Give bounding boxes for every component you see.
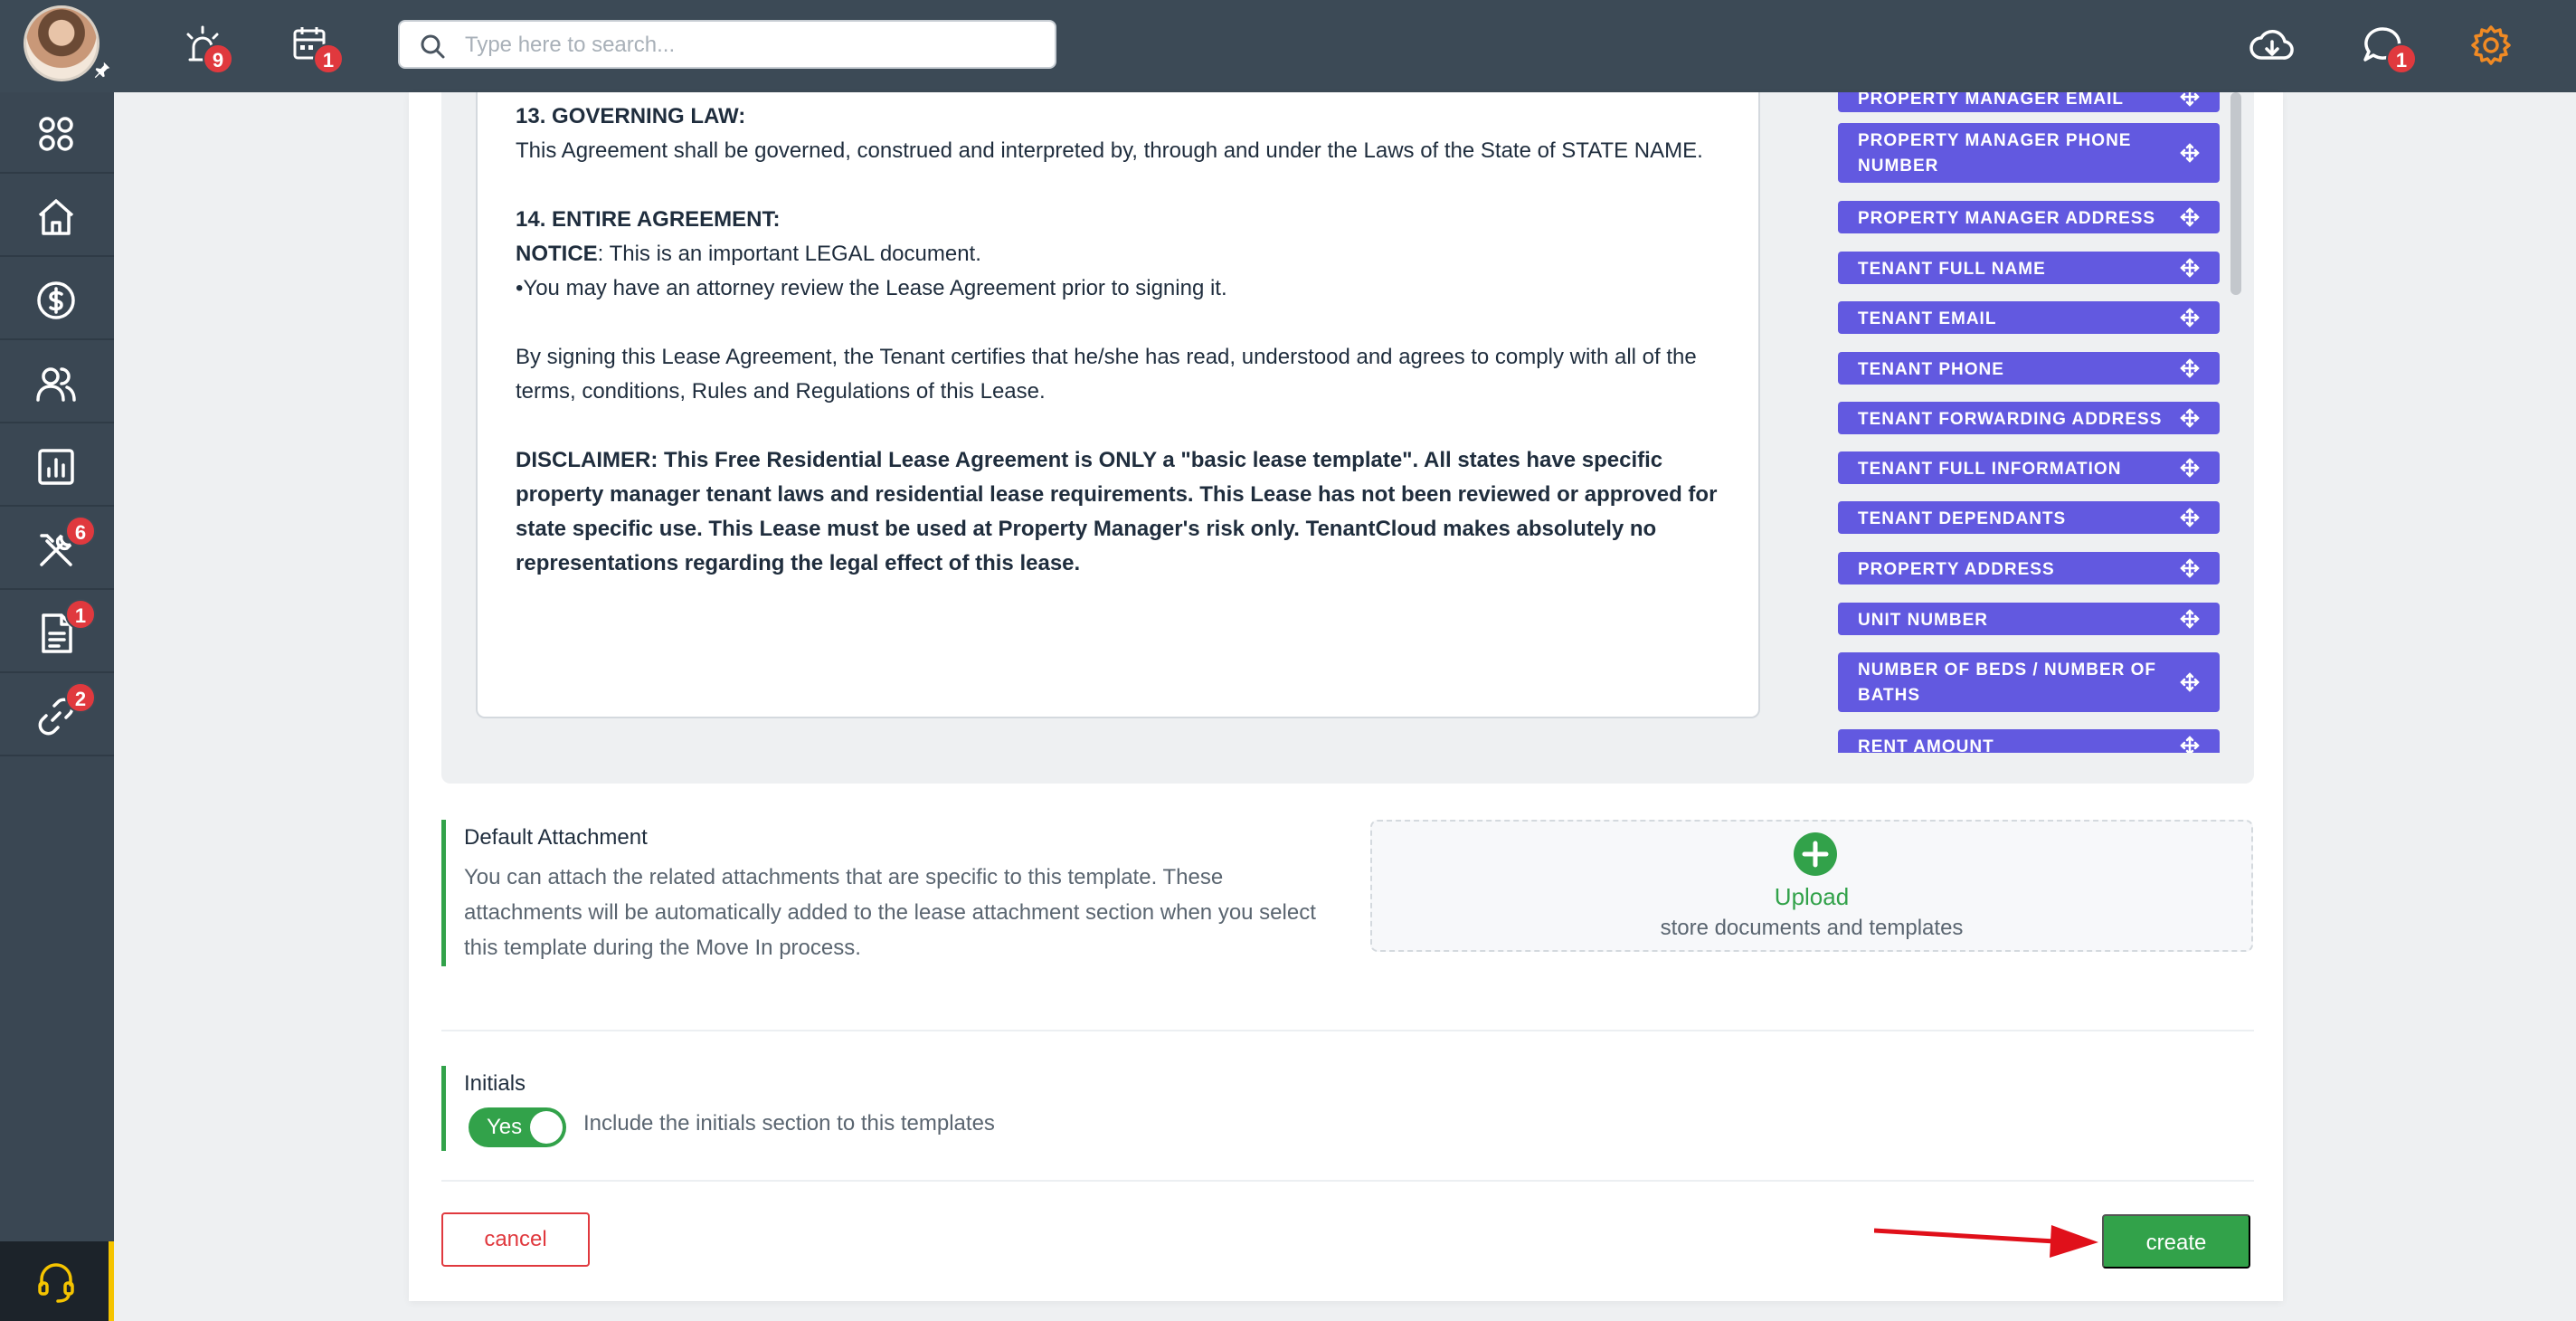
field-property-manager-address[interactable]: PROPERTY MANAGER ADDRESS xyxy=(1838,201,2220,233)
field-tenant-full-information[interactable]: TENANT FULL INFORMATION xyxy=(1838,451,2220,484)
editor-section: 13. GOVERNING LAW: This Agreement shall … xyxy=(441,92,2254,784)
notice-text: : This is an important LEGAL document. xyxy=(597,242,981,266)
field-tenant-phone[interactable]: TENANT PHONE xyxy=(1838,352,2220,385)
move-icon xyxy=(2180,736,2200,753)
calendar-icon[interactable]: 1 xyxy=(289,24,344,74)
sidebar-item-reports[interactable] xyxy=(0,425,114,507)
messages-badge: 1 xyxy=(2386,43,2417,74)
support-button[interactable] xyxy=(0,1241,114,1321)
sidebar: 6 1 2 xyxy=(0,92,114,1321)
headset-icon xyxy=(38,1263,74,1303)
section-13-text: This Agreement shall be governed, constr… xyxy=(516,138,1703,163)
sidebar-item-dashboard[interactable] xyxy=(0,92,114,174)
users-icon xyxy=(36,367,76,402)
sidebar-item-people[interactable] xyxy=(0,342,114,423)
section-13-title: 13. GOVERNING LAW: xyxy=(516,104,746,128)
move-icon xyxy=(2180,92,2200,107)
field-tenant-full-name[interactable]: TENANT FULL NAME xyxy=(1838,252,2220,284)
initials-toggle[interactable]: Yes xyxy=(469,1107,566,1147)
user-avatar[interactable] xyxy=(24,5,99,81)
sidebar-item-accounting[interactable] xyxy=(0,259,114,340)
field-tenant-dependants[interactable]: TENANT DEPENDANTS xyxy=(1838,501,2220,534)
search-input[interactable] xyxy=(465,29,1026,62)
initials-section: Initials Yes Include the initials sectio… xyxy=(441,1066,1346,1151)
field-tenant-forwarding-address[interactable]: TENANT FORWARDING ADDRESS xyxy=(1838,402,2220,434)
sidebar-item-home[interactable] xyxy=(0,176,114,257)
initials-description: Include the initials section to this tem… xyxy=(583,1111,995,1136)
upload-dropzone[interactable]: Upload store documents and templates xyxy=(1370,820,2253,952)
section-14-title: 14. ENTIRE AGREEMENT: xyxy=(516,207,781,232)
template-form-card: 13. GOVERNING LAW: This Agreement shall … xyxy=(409,92,2283,1301)
move-icon xyxy=(2180,558,2200,578)
cloud-download-icon[interactable] xyxy=(2249,22,2296,69)
maintenance-badge: 6 xyxy=(65,516,96,546)
search-bar[interactable] xyxy=(398,20,1056,69)
move-icon xyxy=(2180,458,2200,478)
divider xyxy=(441,1030,2254,1031)
alerts-badge: 9 xyxy=(203,43,233,74)
top-bar: 9 1 1 xyxy=(0,0,2576,92)
home-icon xyxy=(38,199,74,235)
move-icon xyxy=(2180,508,2200,527)
disclaimer-paragraph: DISCLAIMER: This Free Residential Lease … xyxy=(516,448,1718,575)
chat-icon[interactable]: 1 xyxy=(2361,24,2417,74)
links-badge: 2 xyxy=(65,682,96,713)
default-attachment-description: You can attach the related attachments t… xyxy=(464,865,1316,960)
move-icon xyxy=(2180,358,2200,378)
field-rent-amount[interactable]: RENT AMOUNT xyxy=(1838,729,2220,753)
move-icon xyxy=(2180,408,2200,428)
default-attachment-section: Default Attachment You can attach the re… xyxy=(441,820,1328,966)
initials-title: Initials xyxy=(464,1071,526,1096)
apps-grid-icon xyxy=(39,117,73,151)
default-attachment-title: Default Attachment xyxy=(464,825,648,850)
field-tenant-email[interactable]: TENANT EMAIL xyxy=(1838,301,2220,334)
field-property-manager-phone[interactable]: PROPERTY MANAGER PHONE NUMBER xyxy=(1838,123,2220,183)
move-icon xyxy=(2180,258,2200,278)
sidebar-item-maintenance[interactable]: 6 xyxy=(0,508,114,590)
documents-badge: 1 xyxy=(65,599,96,630)
lease-document-editor[interactable]: 13. GOVERNING LAW: This Agreement shall … xyxy=(476,92,1760,718)
divider xyxy=(441,1180,2254,1182)
move-icon xyxy=(2180,308,2200,328)
sidebar-item-documents[interactable]: 1 xyxy=(0,592,114,673)
create-button[interactable]: create xyxy=(2102,1214,2250,1269)
field-unit-number[interactable]: UNIT NUMBER xyxy=(1838,603,2220,635)
upload-subtext: store documents and templates xyxy=(1660,916,1964,940)
toggle-knob xyxy=(530,1111,563,1144)
field-beds-baths[interactable]: NUMBER OF BEDS / NUMBER OF BATHS xyxy=(1838,652,2220,712)
attorney-bullet: •You may have an attorney review the Lea… xyxy=(516,276,1227,300)
toggle-label: Yes xyxy=(487,1115,523,1139)
settings-gear-icon[interactable] xyxy=(2469,24,2513,67)
upload-label[interactable]: Upload xyxy=(1372,883,2251,911)
fields-scrollbar[interactable] xyxy=(2230,92,2241,295)
move-icon xyxy=(2180,609,2200,629)
pin-icon xyxy=(92,60,112,80)
move-icon xyxy=(2180,672,2200,692)
search-icon xyxy=(421,34,445,59)
merge-fields-list: PROPERTY MANAGER EMAIL PROPERTY MANAGER … xyxy=(1838,92,2236,753)
field-property-address[interactable]: PROPERTY ADDRESS xyxy=(1838,552,2220,584)
calendar-badge: 1 xyxy=(313,43,344,74)
move-icon xyxy=(2180,207,2200,227)
signing-paragraph: By signing this Lease Agreement, the Ten… xyxy=(516,345,1697,404)
field-property-manager-email[interactable]: PROPERTY MANAGER EMAIL xyxy=(1838,92,2220,112)
sidebar-item-links[interactable]: 2 xyxy=(0,675,114,756)
alerts-icon[interactable]: 9 xyxy=(181,24,233,74)
dollar-circle-icon xyxy=(37,281,75,319)
add-circle-icon xyxy=(1794,832,1837,876)
move-icon xyxy=(2180,143,2200,163)
bar-chart-icon xyxy=(38,449,74,485)
red-arrow-annotation xyxy=(1874,1225,2098,1258)
cancel-button[interactable]: cancel xyxy=(441,1212,590,1267)
notice-label: NOTICE xyxy=(516,242,598,266)
